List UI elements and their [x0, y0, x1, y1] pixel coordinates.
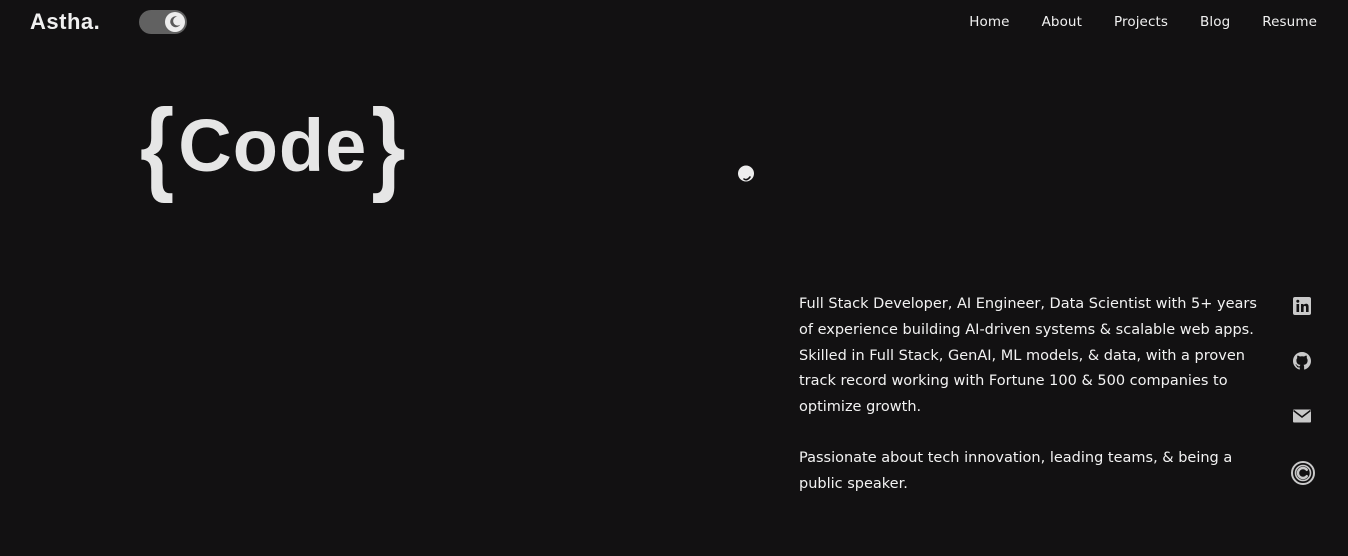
toggle-knob — [165, 12, 185, 32]
about-paragraph: Full Stack Developer, AI Engineer, Data … — [799, 296, 1257, 416]
hero-word: Code — [178, 104, 368, 187]
portfolio-page: Astha. Home About Projects Blog Resume {… — [0, 0, 1348, 556]
about-summary: Full Stack Developer, AI Engineer, Data … — [799, 292, 1269, 498]
social-links — [1291, 295, 1316, 486]
moon-icon — [170, 16, 181, 28]
mail-icon[interactable] — [1291, 405, 1313, 427]
github-icon[interactable] — [1291, 350, 1313, 372]
theme-toggle[interactable] — [139, 10, 187, 34]
hero-rotating-word: { Code } — [140, 93, 406, 197]
hero-close-brace: } — [371, 87, 406, 204]
main-nav: Home About Projects Blog Resume — [969, 14, 1317, 30]
nav-projects[interactable]: Projects — [1114, 14, 1168, 30]
copyright-icon[interactable] — [1290, 460, 1316, 486]
site-logo[interactable]: Astha. — [30, 9, 100, 35]
about-paragraph: Passionate about tech innovation, leadin… — [799, 449, 1233, 492]
linkedin-icon[interactable] — [1291, 295, 1313, 317]
nav-about[interactable]: About — [1042, 14, 1082, 30]
hero-open-brace: { — [140, 87, 175, 204]
custom-cursor — [737, 165, 755, 183]
nav-blog[interactable]: Blog — [1200, 14, 1230, 30]
nav-home[interactable]: Home — [969, 14, 1009, 30]
nav-resume[interactable]: Resume — [1262, 14, 1317, 30]
